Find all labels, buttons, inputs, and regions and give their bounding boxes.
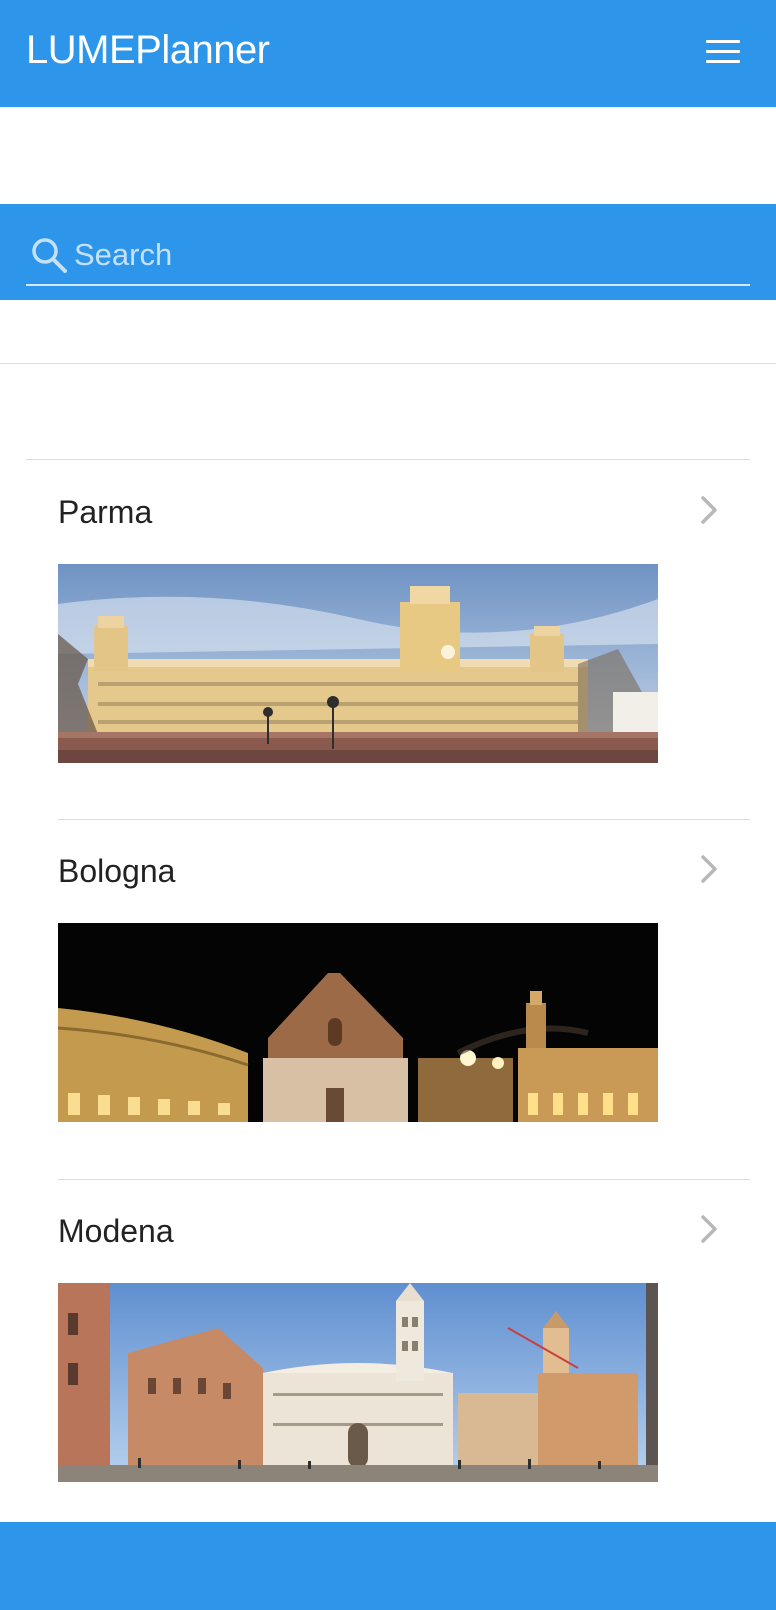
divider [58, 1179, 750, 1180]
divider [0, 363, 776, 364]
search-icon [32, 238, 67, 273]
chevron-right-icon [701, 855, 717, 883]
city-photo-modena [58, 1283, 658, 1482]
city-photo-parma [58, 564, 658, 763]
city-item-bologna[interactable]: Bologna [58, 819, 750, 1129]
city-name: Parma [58, 494, 153, 530]
bottom-bar [0, 1522, 776, 1610]
chevron-right-icon [701, 496, 717, 524]
app-header: LUMEPlanner [0, 0, 776, 107]
app-title: LUMEPlanner [26, 28, 270, 72]
search-input[interactable] [74, 234, 734, 276]
city-photo-bologna [58, 923, 658, 1122]
city-item-parma[interactable]: Parma [58, 460, 750, 770]
city-item-modena[interactable]: Modena [58, 1179, 750, 1489]
chevron-right-icon [701, 1215, 717, 1243]
city-name: Modena [58, 1213, 174, 1249]
search-bar [0, 204, 776, 300]
city-name: Bologna [58, 853, 176, 889]
divider [58, 819, 750, 820]
search-field[interactable] [26, 228, 750, 286]
hamburger-menu-icon[interactable] [704, 38, 742, 66]
